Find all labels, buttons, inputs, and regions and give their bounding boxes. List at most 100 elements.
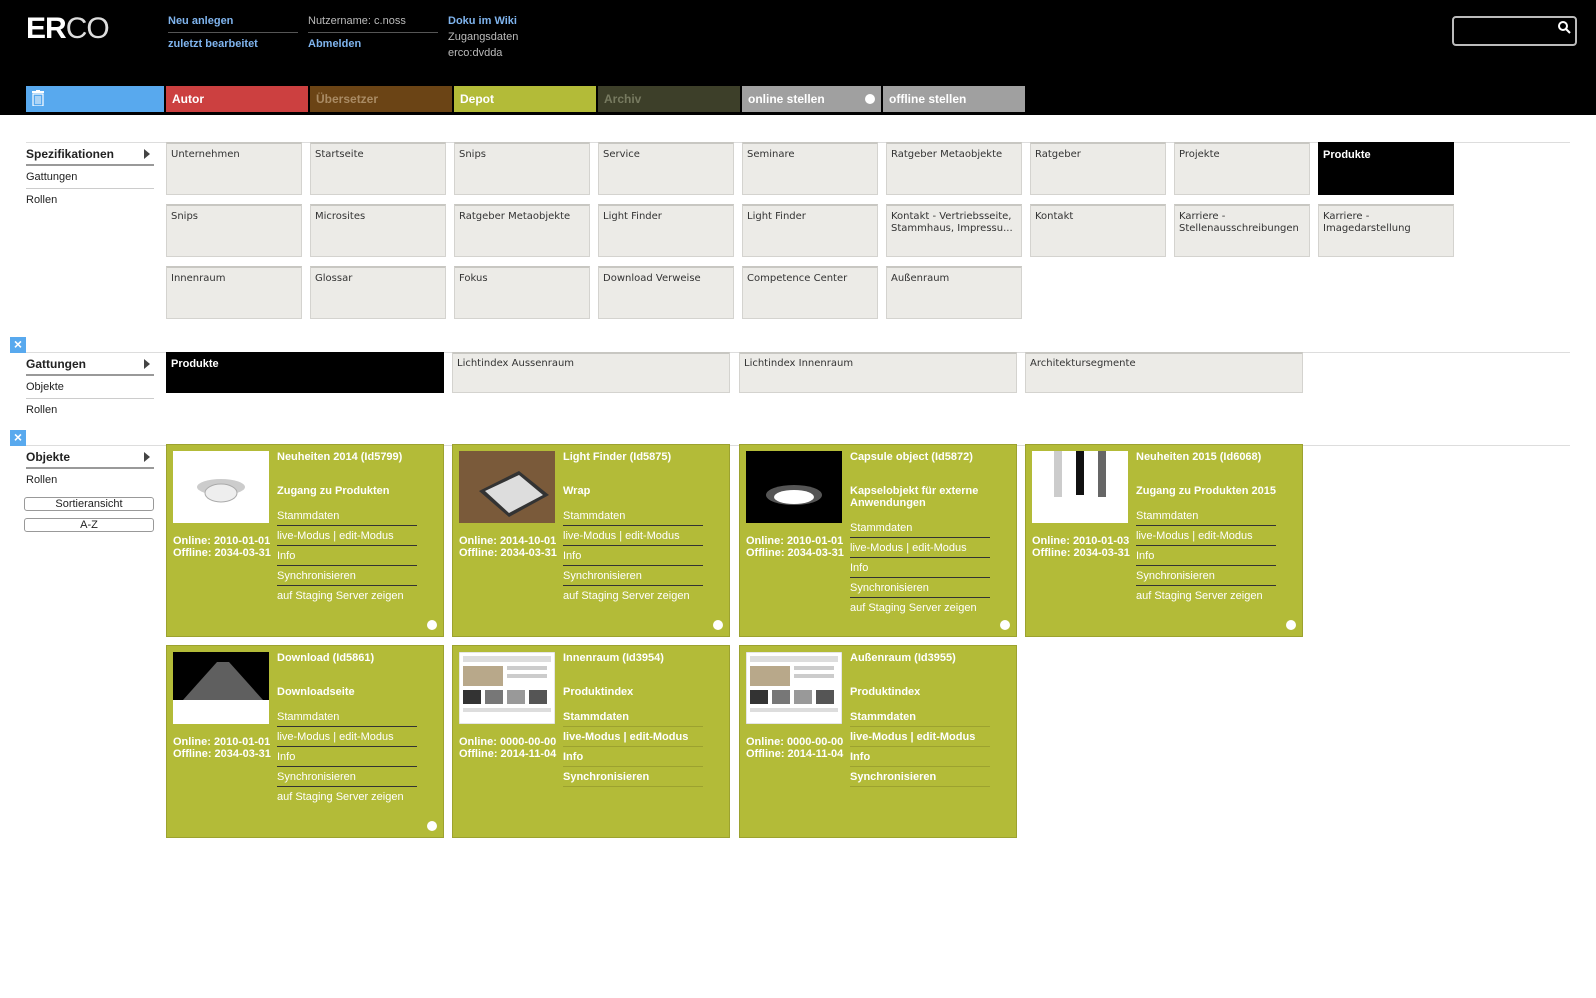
wiki-link[interactable]: Doku im Wiki [448, 15, 517, 27]
spezifikation-tile[interactable]: Snips [166, 204, 302, 257]
spezifikation-tile[interactable]: Fokus [454, 266, 590, 319]
spezifikation-tile[interactable]: Kontakt [1030, 204, 1166, 257]
object-title[interactable]: Innenraum (Id3954) [563, 652, 664, 664]
edit-mode-link[interactable]: edit-Modus [625, 530, 679, 542]
search-input[interactable] [1452, 16, 1577, 46]
spezifikation-tile[interactable]: Competence Center [742, 266, 878, 319]
edit-mode-link[interactable]: edit-Modus [339, 731, 393, 743]
sync-link[interactable]: Synchronisieren [850, 770, 990, 787]
offline-button[interactable]: offline stellen [883, 86, 1025, 112]
status-dot[interactable] [427, 620, 437, 630]
staging-link[interactable]: auf Staging Server zeigen [277, 589, 417, 605]
tab-autor[interactable]: Autor [166, 86, 308, 112]
info-link[interactable]: Info [850, 750, 990, 767]
sidebar-item-objekte[interactable]: Objekte [26, 376, 154, 399]
sidebar-item-gattungen[interactable]: Gattungen [26, 353, 154, 376]
object-card[interactable]: Innenraum (Id3954) Produktindex Stammdaten… [452, 645, 730, 838]
stammdaten-link[interactable]: Stammdaten [563, 509, 703, 526]
object-title[interactable]: Außenraum (Id3955) [850, 652, 956, 664]
info-link[interactable]: Info [563, 549, 703, 566]
status-dot[interactable] [713, 620, 723, 630]
az-button[interactable]: A-Z [24, 518, 154, 532]
live-mode-link[interactable]: live-Modus [850, 542, 903, 554]
sidebar-item-rollen[interactable]: Rollen [26, 399, 154, 422]
stammdaten-link[interactable]: Stammdaten [1136, 509, 1276, 526]
spezifikation-tile[interactable]: Unternehmen [166, 142, 302, 195]
gattung-tile[interactable]: Lichtindex Aussenraum [452, 352, 730, 393]
sidebar-item-objekte[interactable]: Objekte [26, 446, 154, 469]
tab-archiv[interactable]: Archiv [598, 86, 740, 112]
stammdaten-link[interactable]: Stammdaten [277, 509, 417, 526]
stammdaten-link[interactable]: Stammdaten [850, 710, 990, 727]
spezifikation-tile[interactable]: Snips [454, 142, 590, 195]
info-link[interactable]: Info [1136, 549, 1276, 566]
live-mode-link[interactable]: live-Modus [277, 731, 330, 743]
live-mode-link[interactable]: live-Modus [563, 530, 616, 542]
sidebar-item-rollen[interactable]: Rollen [26, 189, 154, 212]
tab-uebersetzer[interactable]: Übersetzer [310, 86, 452, 112]
edit-mode-link[interactable]: edit-Modus [912, 542, 966, 554]
stammdaten-link[interactable]: Stammdaten [563, 710, 703, 727]
spezifikation-tile[interactable]: Ratgeber Metaobjekte [886, 142, 1022, 195]
spezifikation-tile[interactable]: Ratgeber Metaobjekte [454, 204, 590, 257]
stammdaten-link[interactable]: Stammdaten [850, 521, 990, 538]
spezifikation-tile[interactable]: Projekte [1174, 142, 1310, 195]
spezifikation-tile[interactable]: Kontakt - Vertriebsseite, Stammhaus, Imp… [886, 204, 1022, 257]
sync-link[interactable]: Synchronisieren [277, 569, 417, 586]
erco-logo[interactable]: ERCO [26, 12, 110, 46]
info-link[interactable]: Info [563, 750, 703, 767]
object-title[interactable]: Download (Id5861) [277, 652, 374, 664]
sync-link[interactable]: Synchronisieren [563, 770, 703, 787]
staging-link[interactable]: auf Staging Server zeigen [563, 589, 703, 605]
stammdaten-link[interactable]: Stammdaten [277, 710, 417, 727]
staging-link[interactable]: auf Staging Server zeigen [277, 790, 417, 806]
sidebar-item-spezifikationen[interactable]: Spezifikationen [26, 143, 154, 166]
trash-tab[interactable] [26, 86, 164, 112]
close-icon[interactable]: × [10, 430, 26, 446]
object-title[interactable]: Neuheiten 2015 (Id6068) [1136, 451, 1261, 463]
info-link[interactable]: Info [850, 561, 990, 578]
edit-mode-link[interactable]: edit-Modus [1198, 530, 1252, 542]
object-card[interactable]: Light Finder (Id5875) Wrap Stammdaten live-… [452, 444, 730, 637]
live-mode-link[interactable]: live-Modus [1136, 530, 1189, 542]
status-dot[interactable] [1286, 620, 1296, 630]
gattung-tile[interactable]: Architektursegmente [1025, 352, 1303, 393]
object-card[interactable]: Außenraum (Id3955) Produktindex Stammdaten… [739, 645, 1017, 838]
staging-link[interactable]: auf Staging Server zeigen [1136, 589, 1276, 605]
spezifikation-tile[interactable]: Microsites [310, 204, 446, 257]
online-button[interactable]: online stellen [742, 86, 881, 112]
sync-link[interactable]: Synchronisieren [563, 569, 703, 586]
recent-link[interactable]: zuletzt bearbeitet [168, 38, 258, 50]
spezifikation-tile[interactable]: Download Verweise [598, 266, 734, 319]
sidebar-item-rollen[interactable]: Rollen [26, 469, 154, 492]
object-title[interactable]: Light Finder (Id5875) [563, 451, 671, 463]
spezifikation-tile[interactable]: Startseite [310, 142, 446, 195]
spezifikation-tile[interactable]: Karriere - Imagedarstellung [1318, 204, 1454, 257]
spezifikation-tile[interactable]: Karriere - Stellenausschreibungen [1174, 204, 1310, 257]
info-link[interactable]: Info [277, 549, 417, 566]
spezifikation-tile[interactable]: Light Finder [742, 204, 878, 257]
gattung-tile[interactable]: Lichtindex Innenraum [739, 352, 1017, 393]
new-link[interactable]: Neu anlegen [168, 15, 233, 27]
object-card[interactable]: Capsule object (Id5872) Kapselobjekt für … [739, 444, 1017, 637]
sync-link[interactable]: Synchronisieren [277, 770, 417, 787]
sync-link[interactable]: Synchronisieren [850, 581, 990, 598]
spezifikation-tile[interactable]: Seminare [742, 142, 878, 195]
search-icon[interactable] [1558, 21, 1571, 37]
object-title[interactable]: Capsule object (Id5872) [850, 451, 973, 463]
edit-mode-link[interactable]: edit-Modus [630, 731, 689, 743]
edit-mode-link[interactable]: edit-Modus [917, 731, 976, 743]
object-card[interactable]: Neuheiten 2014 (Id5799) Zugang zu Produkt… [166, 444, 444, 637]
spezifikation-tile[interactable]: Ratgeber [1030, 142, 1166, 195]
object-card[interactable]: Download (Id5861) Downloadseite Stammdaten… [166, 645, 444, 838]
sidebar-item-gattungen[interactable]: Gattungen [26, 166, 154, 189]
live-mode-link[interactable]: live-Modus [850, 731, 907, 743]
object-card[interactable]: Neuheiten 2015 (Id6068) Zugang zu Produkt… [1025, 444, 1303, 637]
spezifikation-tile[interactable]: Service [598, 142, 734, 195]
logout-link[interactable]: Abmelden [308, 38, 361, 50]
spezifikation-tile[interactable]: Innenraum [166, 266, 302, 319]
info-link[interactable]: Info [277, 750, 417, 767]
spezifikation-tile[interactable]: Light Finder [598, 204, 734, 257]
close-icon[interactable]: × [10, 337, 26, 353]
tab-depot[interactable]: Depot [454, 86, 596, 112]
